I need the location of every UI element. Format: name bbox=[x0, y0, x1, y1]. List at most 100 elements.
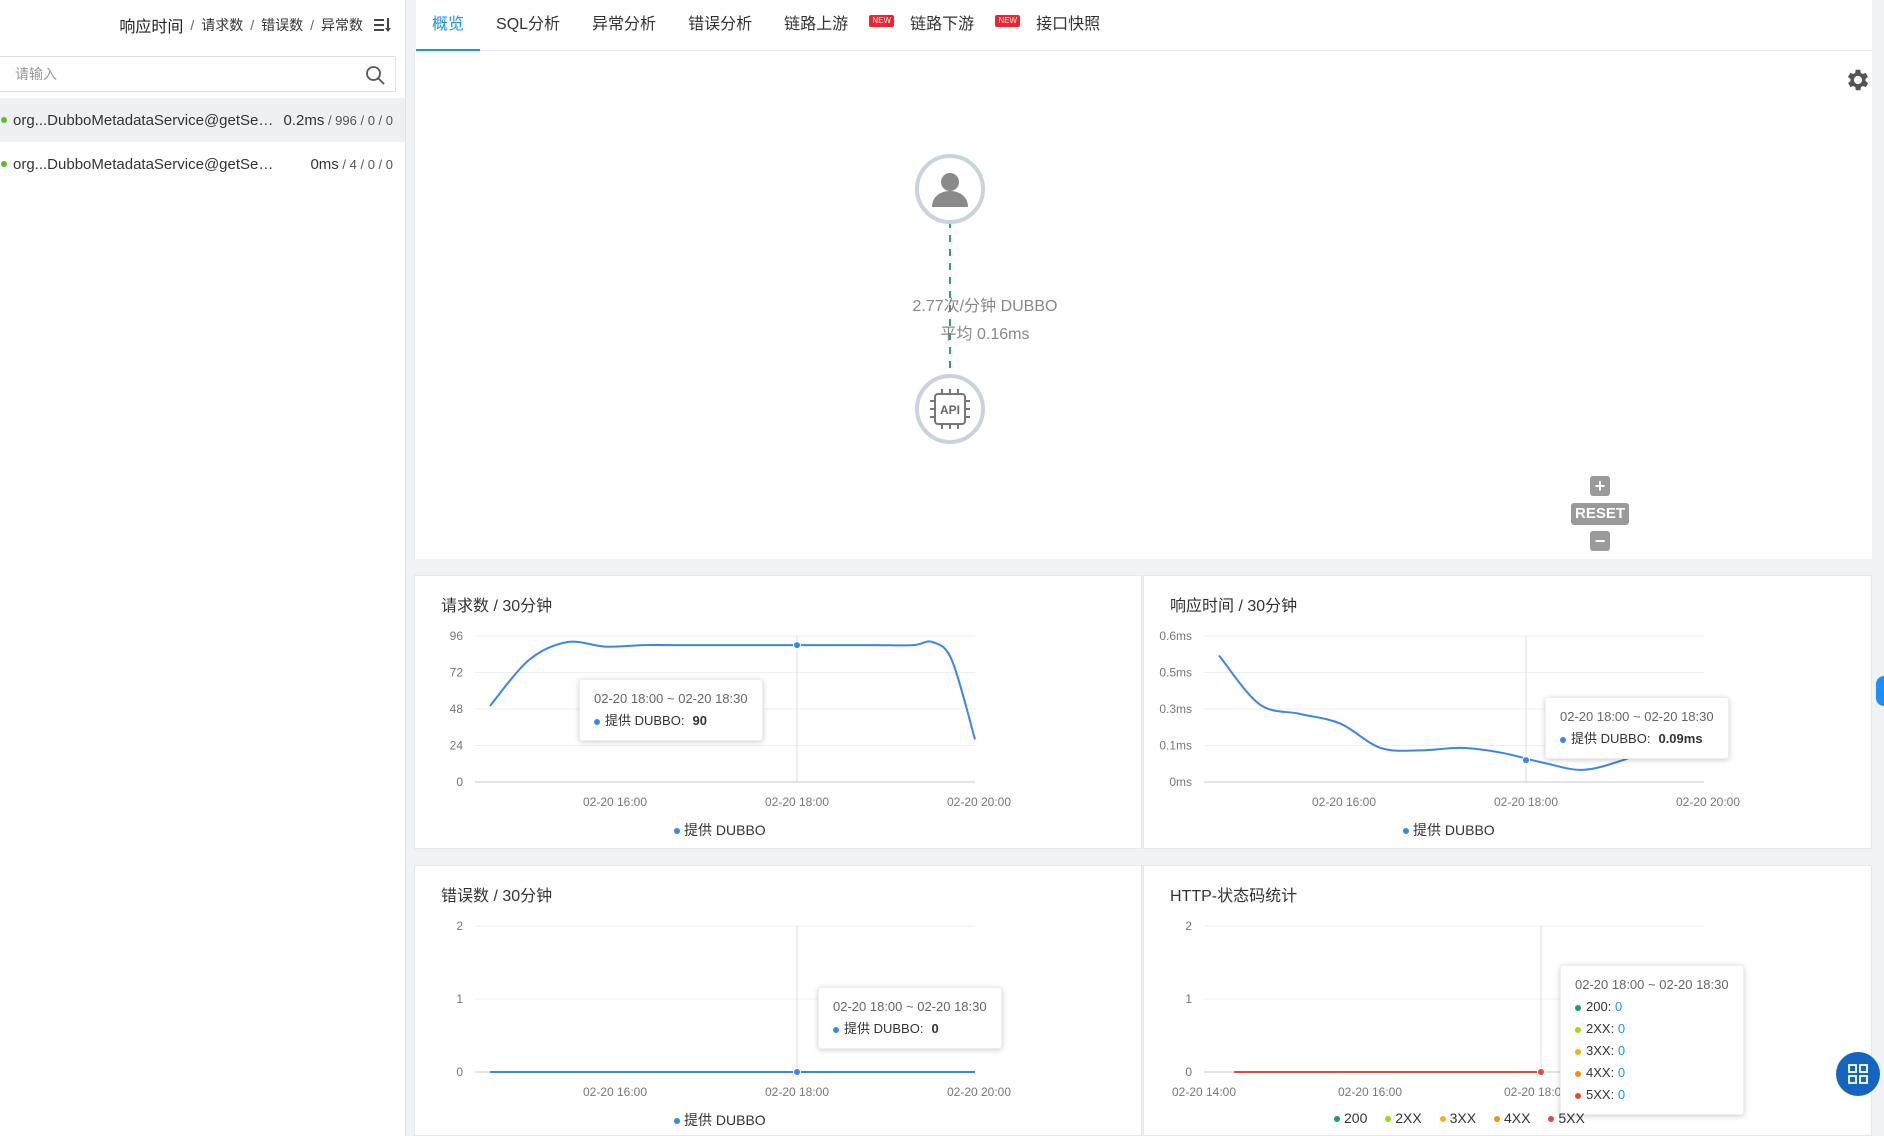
x-tick-label: 02-20 18:00 bbox=[765, 795, 829, 809]
x-tick-label: 02-20 16:00 bbox=[583, 1085, 647, 1099]
user-node[interactable] bbox=[915, 154, 985, 224]
tab-upstream[interactable]: 链路上游 NEW bbox=[768, 0, 895, 51]
legend-dot bbox=[1385, 1116, 1392, 1123]
new-badge: NEW bbox=[995, 15, 1021, 27]
chart-tooltip: 02-20 18:00 ~ 02-20 18:30 提供 DUBBO: 0.09m… bbox=[1545, 697, 1729, 759]
search-box bbox=[0, 56, 396, 92]
sort-exceptions[interactable]: 异常数 bbox=[321, 15, 363, 35]
hover-point bbox=[793, 1068, 801, 1076]
status-dot bbox=[1, 117, 7, 123]
app-root: 响应时间 / 请求数 / 错误数 / 异常数 请输入 org...DubboMe… bbox=[0, 0, 1884, 1136]
chip-icon: API bbox=[930, 389, 970, 429]
tooltip-series: 4XX: bbox=[1586, 1065, 1615, 1080]
y-tick-label: 0.5ms bbox=[1159, 666, 1192, 680]
response-time-value: 0ms bbox=[310, 155, 339, 173]
chart-tooltip: 02-20 18:00 ~ 02-20 18:30 提供 DUBBO: 90 bbox=[579, 679, 763, 741]
tooltip-series: 5XX: bbox=[1586, 1087, 1615, 1102]
zoom-controls: + RESET − bbox=[1565, 476, 1635, 552]
interface-list: org...DubboMetadataService@getServiceRes… bbox=[0, 98, 405, 186]
y-tick-label: 72 bbox=[450, 666, 464, 680]
tooltip-value: 0 bbox=[1617, 1021, 1626, 1036]
y-tick-label: 48 bbox=[450, 702, 464, 716]
app-grid-button[interactable] bbox=[1836, 1052, 1880, 1096]
list-item[interactable]: org...DubboMetadataService@getServiceRes… bbox=[0, 98, 405, 142]
legend-item[interactable]: 3XX bbox=[1439, 1110, 1477, 1126]
chart-legend[interactable]: 提供 DUBBO bbox=[674, 820, 766, 840]
tooltip-value: 0 bbox=[1617, 1043, 1626, 1058]
tooltip-series: 2XX: bbox=[1586, 1021, 1615, 1036]
y-tick-label: 0.1ms bbox=[1159, 739, 1192, 753]
counts-value: / 4 / 0 / 0 bbox=[338, 156, 393, 172]
errors-chart[interactable]: 0 1 2 02-20 16:00 02-20 18:00 02-20 20:00 bbox=[415, 866, 1143, 1136]
tab-label: 错误分析 bbox=[688, 16, 753, 33]
search-input[interactable] bbox=[15, 66, 345, 82]
tab-label: 链路上游 bbox=[784, 16, 849, 33]
api-node[interactable]: API bbox=[915, 374, 985, 444]
sort-response-time[interactable]: 响应时间 bbox=[119, 13, 183, 37]
tooltip-value: 0 bbox=[931, 1021, 939, 1036]
sort-errors[interactable]: 错误数 bbox=[261, 15, 303, 35]
zoom-out-button[interactable]: − bbox=[1590, 531, 1610, 551]
errors-chart-panel: 错误数 / 30分钟 0 1 2 02-20 16:00 02-20 18:00 02-2… bbox=[414, 865, 1142, 1136]
list-item[interactable]: org...DubboMetadataService@getServiceRes… bbox=[0, 142, 405, 186]
tooltip-time: 02-20 18:00 ~ 02-20 18:30 bbox=[1575, 977, 1729, 992]
tab-error-analysis[interactable]: 错误分析 bbox=[672, 0, 768, 51]
y-tick-label: 0.6ms bbox=[1159, 629, 1192, 643]
hover-point bbox=[1537, 1068, 1545, 1076]
y-tick-label: 24 bbox=[450, 739, 464, 753]
tab-exception-analysis[interactable]: 异常分析 bbox=[576, 0, 672, 51]
x-tick-label: 02-20 18:00 bbox=[1504, 1085, 1568, 1099]
side-panel-handle[interactable] bbox=[1876, 676, 1884, 706]
tooltip-series: 提供 DUBBO: bbox=[1571, 731, 1651, 746]
legend-item[interactable]: 4XX bbox=[1493, 1110, 1530, 1126]
chart-legend[interactable]: 提供 DUBBO bbox=[674, 1110, 766, 1130]
reset-button[interactable]: RESET bbox=[1570, 503, 1629, 525]
y-tick-label: 0 bbox=[456, 1065, 463, 1079]
x-tick-label: 02-20 20:00 bbox=[947, 795, 1011, 809]
tab-snapshot[interactable]: 接口快照 bbox=[1020, 0, 1116, 51]
x-tick-label: 02-20 20:00 bbox=[947, 1085, 1011, 1099]
requests-chart[interactable]: 0 24 48 72 96 02-20 16:00 02-20 18:00 02-20 20:… bbox=[415, 576, 1143, 850]
legend-label: 提供 DUBBO bbox=[684, 1112, 766, 1128]
legend-item[interactable]: 2XX bbox=[1385, 1110, 1422, 1126]
legend-item[interactable]: 5XX bbox=[1548, 1110, 1585, 1126]
grid-icon bbox=[1848, 1064, 1868, 1084]
hover-point bbox=[793, 641, 801, 650]
legend-label: 3XX bbox=[1449, 1110, 1477, 1126]
edge-rate: 2.77次/分钟 DUBBO bbox=[912, 298, 1058, 315]
tooltip-series: 提供 DUBBO: bbox=[605, 713, 685, 728]
chart-legend[interactable]: 200 2XX 3XX 4XX 5XX bbox=[1334, 1110, 1599, 1126]
tooltip-value: 0 bbox=[1614, 999, 1623, 1014]
tab-overview[interactable]: 概览 bbox=[416, 0, 481, 51]
series-dot bbox=[1575, 1004, 1581, 1011]
scrollbar[interactable] bbox=[1876, 0, 1884, 1136]
list-sort-header: 响应时间 / 请求数 / 错误数 / 异常数 bbox=[0, 0, 405, 50]
y-tick-label: 0 bbox=[1185, 1065, 1192, 1079]
zoom-in-button[interactable]: + bbox=[1590, 476, 1610, 496]
series-dot bbox=[594, 718, 600, 725]
tab-sql-analysis[interactable]: SQL分析 bbox=[480, 0, 576, 51]
response-time-chart[interactable]: 0ms 0.1ms 0.3ms 0.5ms 0.6ms 02-20 16:00 02-20 … bbox=[1144, 576, 1873, 850]
sort-order-icon[interactable] bbox=[373, 16, 391, 34]
interface-list-panel: 响应时间 / 请求数 / 错误数 / 异常数 请输入 org...DubboMe… bbox=[0, 0, 406, 1136]
topology-view[interactable]: API 2.77次/分钟 DUBBO 平均 0.16ms + RESET − bbox=[414, 51, 1872, 559]
search-icon[interactable] bbox=[365, 65, 385, 85]
tab-downstream[interactable]: 链路下游 NEW bbox=[894, 0, 1021, 51]
legend-dot bbox=[1334, 1116, 1340, 1123]
sort-requests[interactable]: 请求数 bbox=[201, 15, 243, 35]
hover-point bbox=[1522, 756, 1530, 765]
legend-dot bbox=[674, 828, 680, 835]
edge-label: 2.77次/分钟 DUBBO 平均 0.16ms bbox=[835, 293, 1135, 349]
tab-label: 概览 bbox=[432, 16, 465, 33]
legend-item[interactable]: 200 bbox=[1334, 1110, 1367, 1126]
tab-label: 异常分析 bbox=[592, 16, 657, 33]
chart-tooltip: 02-20 18:00 ~ 02-20 18:30 提供 DUBBO: 0 bbox=[818, 987, 1002, 1049]
y-tick-label: 1 bbox=[1185, 992, 1192, 1006]
http-status-chart[interactable]: 0 1 2 02-20 14:00 02-20 16:00 02-20 18:00 02-2… bbox=[1144, 866, 1873, 1136]
tooltip-time: 02-20 18:00 ~ 02-20 18:30 bbox=[594, 691, 748, 706]
legend-dot bbox=[674, 1118, 680, 1125]
http-status-chart-panel: HTTP-状态码统计 0 1 2 02-20 14:00 02-20 16:00 02-2… bbox=[1143, 865, 1872, 1136]
chart-legend[interactable]: 提供 DUBBO bbox=[1403, 820, 1495, 840]
x-tick-label: 02-20 14:00 bbox=[1172, 1085, 1236, 1099]
interface-name: org...DubboMetadataService@getServiceRes… bbox=[13, 111, 275, 129]
